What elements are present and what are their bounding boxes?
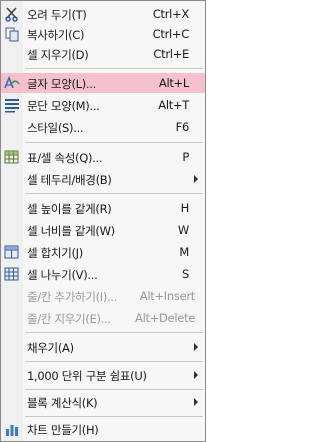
menu-item-shortcut: F6 [175, 120, 190, 134]
menu-item-label: 셀 테두리/배경(B) [27, 173, 112, 187]
menu-item-clear-cell[interactable]: 셀 지우기(D) Ctrl+E [1, 44, 205, 64]
menu-item-label: 1,000 단위 구분 쉼표(U) [27, 369, 147, 383]
context-menu: 오려 두기(T) Ctrl+X 복사하기(C) Ctrl+C 셀 지우기(D) … [0, 0, 206, 442]
chart-icon [4, 421, 20, 437]
menu-item-table-cell-props[interactable]: 표/셀 속성(Q)... P [1, 147, 205, 167]
menu-item-label: 셀 합치기(J) [27, 246, 83, 260]
scissors-icon [4, 6, 20, 22]
menu-item-fill[interactable]: 채우기(A) [1, 337, 205, 357]
menu-item-copy[interactable]: 복사하기(C) Ctrl+C [1, 24, 205, 44]
menu-item-thousands-separator[interactable]: 1,000 단위 구분 쉼표(U) [1, 365, 205, 385]
menu-item-label: 셀 너비를 같게(W) [27, 224, 115, 238]
menu-item-label: 표/셀 속성(Q)... [27, 151, 103, 165]
menu-item-delete-row-col: 줄/칸 지우기(E)... Alt+Delete [1, 308, 205, 328]
copy-icon [4, 26, 20, 42]
menu-item-equal-width[interactable]: 셀 너비를 같게(W) W [1, 220, 205, 240]
menu-separator [25, 193, 203, 194]
menu-item-label: 셀 나누기(V)... [27, 268, 98, 282]
menu-item-shortcut: Ctrl+C [152, 27, 190, 41]
menu-separator [25, 361, 203, 362]
table-props-icon [4, 149, 20, 165]
menu-separator [25, 68, 203, 69]
menu-separator [25, 142, 203, 143]
menu-item-split-cells[interactable]: 셀 나누기(V)... S [1, 264, 205, 284]
font-icon [4, 75, 20, 91]
menu-item-shortcut: Alt+L [158, 76, 189, 90]
menu-item-block-formula[interactable]: 블록 계산식(K) [1, 392, 205, 412]
menu-item-label: 스타일(S)... [27, 121, 84, 135]
menu-item-label: 글자 모양(L)... [27, 77, 97, 91]
menu-item-shortcut: Alt+Delete [135, 311, 195, 325]
menu-item-label: 줄/칸 지우기(E)... [27, 312, 111, 326]
menu-item-cell-border-bg[interactable]: 셀 테두리/배경(B) [1, 169, 205, 189]
menu-item-label: 채우기(A) [27, 341, 74, 355]
submenu-arrow-icon [194, 371, 198, 379]
menu-item-char-shape[interactable]: 글자 모양(L)... Alt+L [1, 73, 205, 93]
menu-item-merge-cells[interactable]: 셀 합치기(J) M [1, 242, 205, 262]
menu-item-create-chart[interactable]: 차트 만들기(H) [1, 419, 205, 439]
menu-separator [25, 416, 203, 417]
merge-cells-icon [4, 244, 20, 260]
menu-item-style[interactable]: 스타일(S)... F6 [1, 117, 205, 137]
menu-item-cut[interactable]: 오려 두기(T) Ctrl+X [1, 4, 205, 24]
menu-item-shortcut: M [179, 245, 189, 259]
menu-item-shortcut: H [180, 201, 190, 215]
menu-item-label: 셀 높이를 같게(R) [27, 202, 112, 216]
menu-separator [25, 389, 203, 390]
menu-item-label: 오려 두기(T) [27, 8, 87, 22]
menu-item-shortcut: P [182, 150, 189, 164]
menu-item-shortcut: Ctrl+X [152, 7, 189, 21]
menu-item-label: 문단 모양(M)... [27, 99, 100, 113]
menu-item-label: 복사하기(C) [27, 28, 85, 42]
menu-item-shortcut: Ctrl+E [153, 47, 189, 61]
submenu-arrow-icon [194, 175, 198, 183]
paragraph-icon [4, 97, 20, 113]
split-cells-icon [4, 266, 20, 282]
menu-item-shortcut: Alt+T [158, 98, 189, 112]
menu-item-label: 셀 지우기(D) [27, 48, 89, 62]
menu-item-shortcut: S [182, 267, 189, 281]
menu-item-shortcut: Alt+Insert [139, 289, 196, 303]
menu-item-shortcut: W [177, 223, 189, 237]
menu-separator [25, 332, 203, 333]
menu-item-label: 블록 계산식(K) [27, 396, 98, 410]
menu-item-equal-height[interactable]: 셀 높이를 같게(R) H [1, 198, 205, 218]
menu-item-paragraph-shape[interactable]: 문단 모양(M)... Alt+T [1, 95, 205, 115]
submenu-arrow-icon [194, 398, 198, 406]
menu-item-label: 줄/칸 추가하기(I)... [27, 290, 118, 304]
menu-item-add-row-col: 줄/칸 추가하기(I)... Alt+Insert [1, 286, 205, 306]
submenu-arrow-icon [194, 343, 198, 351]
menu-item-label: 차트 만들기(H) [27, 423, 99, 437]
